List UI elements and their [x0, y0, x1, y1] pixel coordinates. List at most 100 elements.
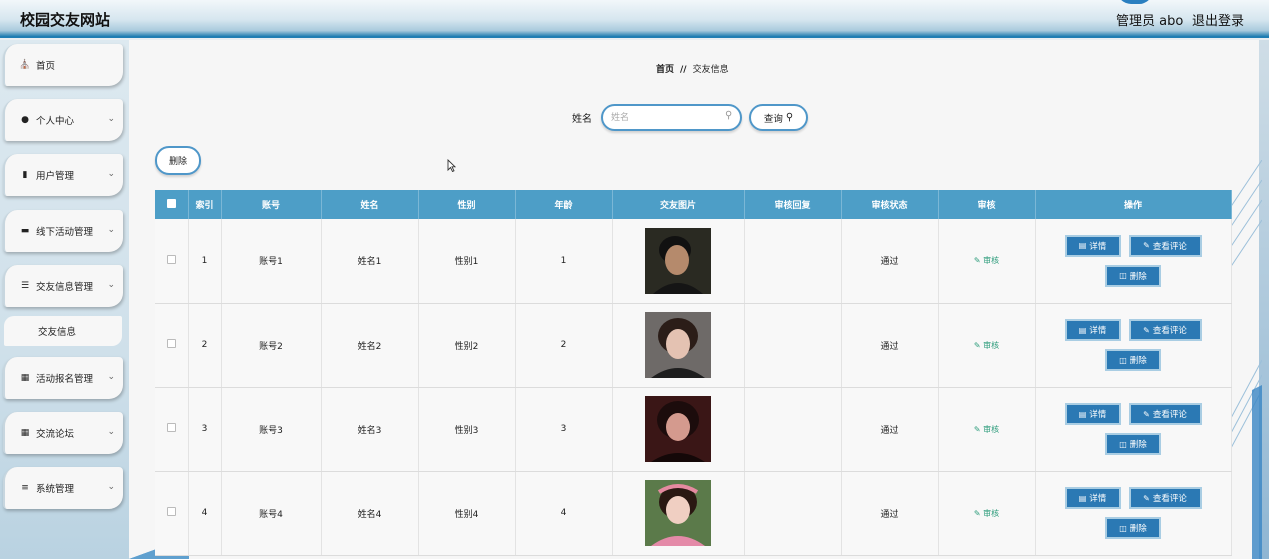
view-comments-button[interactable]: ✎ 查看评论: [1128, 234, 1202, 257]
table-row: 2 账号2 姓名2 性别2 2 通过 ✎ 审核 ▤ 详情 ✎ 查看评论 ◫ 删除: [155, 303, 1232, 388]
cell-age: 1: [515, 219, 613, 304]
cell-audit: ✎ 审核: [938, 471, 1036, 556]
row-checkbox[interactable]: [166, 423, 176, 432]
cell-reply: [744, 471, 842, 556]
detail-button[interactable]: ▤ 详情: [1064, 319, 1121, 341]
row-checkbox[interactable]: [166, 254, 176, 264]
row-select-cell: [155, 471, 189, 556]
audit-label: 审核: [983, 340, 1000, 350]
cell-photo: [612, 219, 745, 304]
delete-button[interactable]: ◫ 删除: [1105, 433, 1161, 455]
audit-link[interactable]: ✎ 审核: [974, 256, 999, 265]
row-select-cell: [155, 387, 189, 472]
cell-age: 3: [515, 387, 613, 472]
sidebar-item-label: 交友信息管理: [36, 282, 94, 293]
breadcrumb-current: 交友信息: [692, 65, 729, 75]
trash-icon: ◫: [1119, 523, 1127, 533]
delete-button[interactable]: ◫ 删除: [1105, 517, 1161, 539]
table-row: 1 账号1 姓名1 性别1 1 通过 ✎ 审核 ▤ 详情 ✎ 查看评论 ◫ 删除: [155, 219, 1232, 304]
table-header-row: 索引 账号 姓名 性别 年龄 交友图片 审核回复 审核状态 审核 操作: [155, 190, 1232, 219]
cell-account: 账号2: [221, 303, 322, 388]
edit-icon: ✎: [1143, 325, 1150, 335]
detail-button[interactable]: ▤ 详情: [1064, 487, 1121, 509]
view-comments-label: 查看评论: [1152, 326, 1187, 336]
cell-reply: [744, 387, 842, 472]
friend-photo[interactable]: [645, 227, 711, 294]
view-comments-button[interactable]: ✎ 查看评论: [1128, 487, 1202, 509]
audit-label: 审核: [983, 424, 1000, 434]
query-button[interactable]: 查询 ⚲: [749, 104, 808, 131]
user-icon: ●: [21, 115, 29, 125]
sidebar-item-offline-activity[interactable]: ▬ 线下活动管理 ⌄: [3, 210, 123, 252]
sidebar-item-label: 个人中心: [36, 116, 75, 127]
chevron-down-icon: ⌄: [107, 482, 115, 492]
select-all-cell[interactable]: [155, 190, 189, 219]
audit-link[interactable]: ✎ 审核: [974, 509, 999, 518]
row-checkbox[interactable]: [166, 339, 176, 348]
trash-icon: ◫: [1119, 271, 1127, 281]
view-comments-button[interactable]: ✎ 查看评论: [1128, 319, 1202, 341]
cell-name: 姓名4: [321, 471, 419, 556]
friend-photo[interactable]: [645, 480, 711, 546]
chevron-down-icon: ⌄: [107, 427, 115, 437]
view-comments-label: 查看评论: [1152, 241, 1187, 252]
grid-icon: ▦: [20, 428, 30, 438]
sidebar-subitem-friend-info[interactable]: 交友信息: [4, 316, 122, 346]
cell-age: 4: [515, 471, 613, 556]
cell-status: 通过: [841, 471, 939, 556]
sidebar-item-personal-center[interactable]: ● 个人中心 ⌄: [3, 99, 123, 141]
detail-button-label: 详情: [1089, 494, 1107, 504]
sidebar-item-label: 线下活动管理: [36, 227, 94, 238]
table-row: 3 账号3 姓名3 性别3 3 通过 ✎ 审核 ▤ 详情 ✎ 查看评论 ◫ 删除: [155, 387, 1232, 472]
edit-icon: ✎: [973, 508, 981, 518]
delete-button[interactable]: ◫ 删除: [1105, 349, 1161, 371]
column-header-status: 审核状态: [841, 190, 939, 219]
document-icon: ▤: [1078, 325, 1087, 335]
delete-button[interactable]: ◫ 删除: [1105, 264, 1161, 287]
cell-index: 1: [188, 219, 222, 304]
cell-status: 通过: [841, 219, 939, 304]
delete-button-label: 删除: [1129, 524, 1147, 534]
sidebar-item-home[interactable]: ⛪ 首页: [3, 44, 123, 86]
sidebar-item-friend-info-management[interactable]: ☰ 交友信息管理 ⌄: [3, 265, 123, 307]
audit-label: 审核: [983, 508, 1000, 518]
row-checkbox[interactable]: [166, 507, 176, 516]
audit-link[interactable]: ✎ 审核: [974, 425, 999, 434]
sidebar-item-activity-signup[interactable]: ▦ 活动报名管理 ⌄: [3, 357, 123, 399]
chevron-down-icon: ⌄: [107, 372, 115, 382]
sidebar-item-label: 活动报名管理: [36, 374, 94, 385]
batch-delete-button[interactable]: 删除: [155, 146, 201, 175]
breadcrumb-home[interactable]: 首页: [656, 65, 674, 75]
table-row: 4 账号4 姓名4 性别4 4 通过 ✎ 审核 ▤ 详情 ✎ 查看评论 ◫ 删除: [155, 471, 1232, 556]
cell-name: 姓名3: [321, 387, 419, 472]
chevron-down-icon: ⌄: [107, 114, 115, 124]
sidebar-item-system[interactable]: ≡ 系统管理 ⌄: [3, 467, 123, 509]
briefcase-icon: ▬: [20, 226, 30, 236]
edit-icon: ✎: [1143, 409, 1150, 419]
delete-button-label: 删除: [1129, 271, 1147, 282]
view-comments-button[interactable]: ✎ 查看评论: [1128, 403, 1202, 425]
home-icon: ⛪: [19, 60, 31, 70]
avatar[interactable]: [1117, 0, 1153, 4]
friend-photo[interactable]: [645, 312, 711, 378]
sidebar-item-label: 用户管理: [36, 171, 75, 182]
edit-icon: ✎: [973, 424, 981, 434]
search-input[interactable]: [601, 104, 742, 131]
top-header: 校园交友网站 管理员 abo 退出登录: [0, 0, 1269, 38]
sidebar-item-forum[interactable]: ▦ 交流论坛 ⌄: [3, 412, 123, 454]
cell-reply: [744, 303, 842, 388]
detail-button[interactable]: ▤ 详情: [1064, 403, 1121, 425]
detail-button-label: 详情: [1089, 326, 1107, 336]
logout-link[interactable]: 退出登录: [1192, 10, 1244, 29]
column-header-reply: 审核回复: [744, 190, 842, 219]
cell-reply: [744, 219, 842, 304]
query-button-label: 查询: [763, 113, 783, 125]
column-header-audit: 审核: [938, 190, 1036, 219]
column-header-index: 索引: [188, 190, 222, 219]
search-icon: ⚲: [725, 110, 733, 121]
sidebar-item-user-management[interactable]: ▮ 用户管理 ⌄: [3, 154, 123, 196]
audit-link[interactable]: ✎ 审核: [974, 341, 999, 350]
detail-button[interactable]: ▤ 详情: [1064, 234, 1121, 257]
select-all-checkbox[interactable]: [166, 198, 176, 208]
friend-photo[interactable]: [645, 396, 711, 462]
